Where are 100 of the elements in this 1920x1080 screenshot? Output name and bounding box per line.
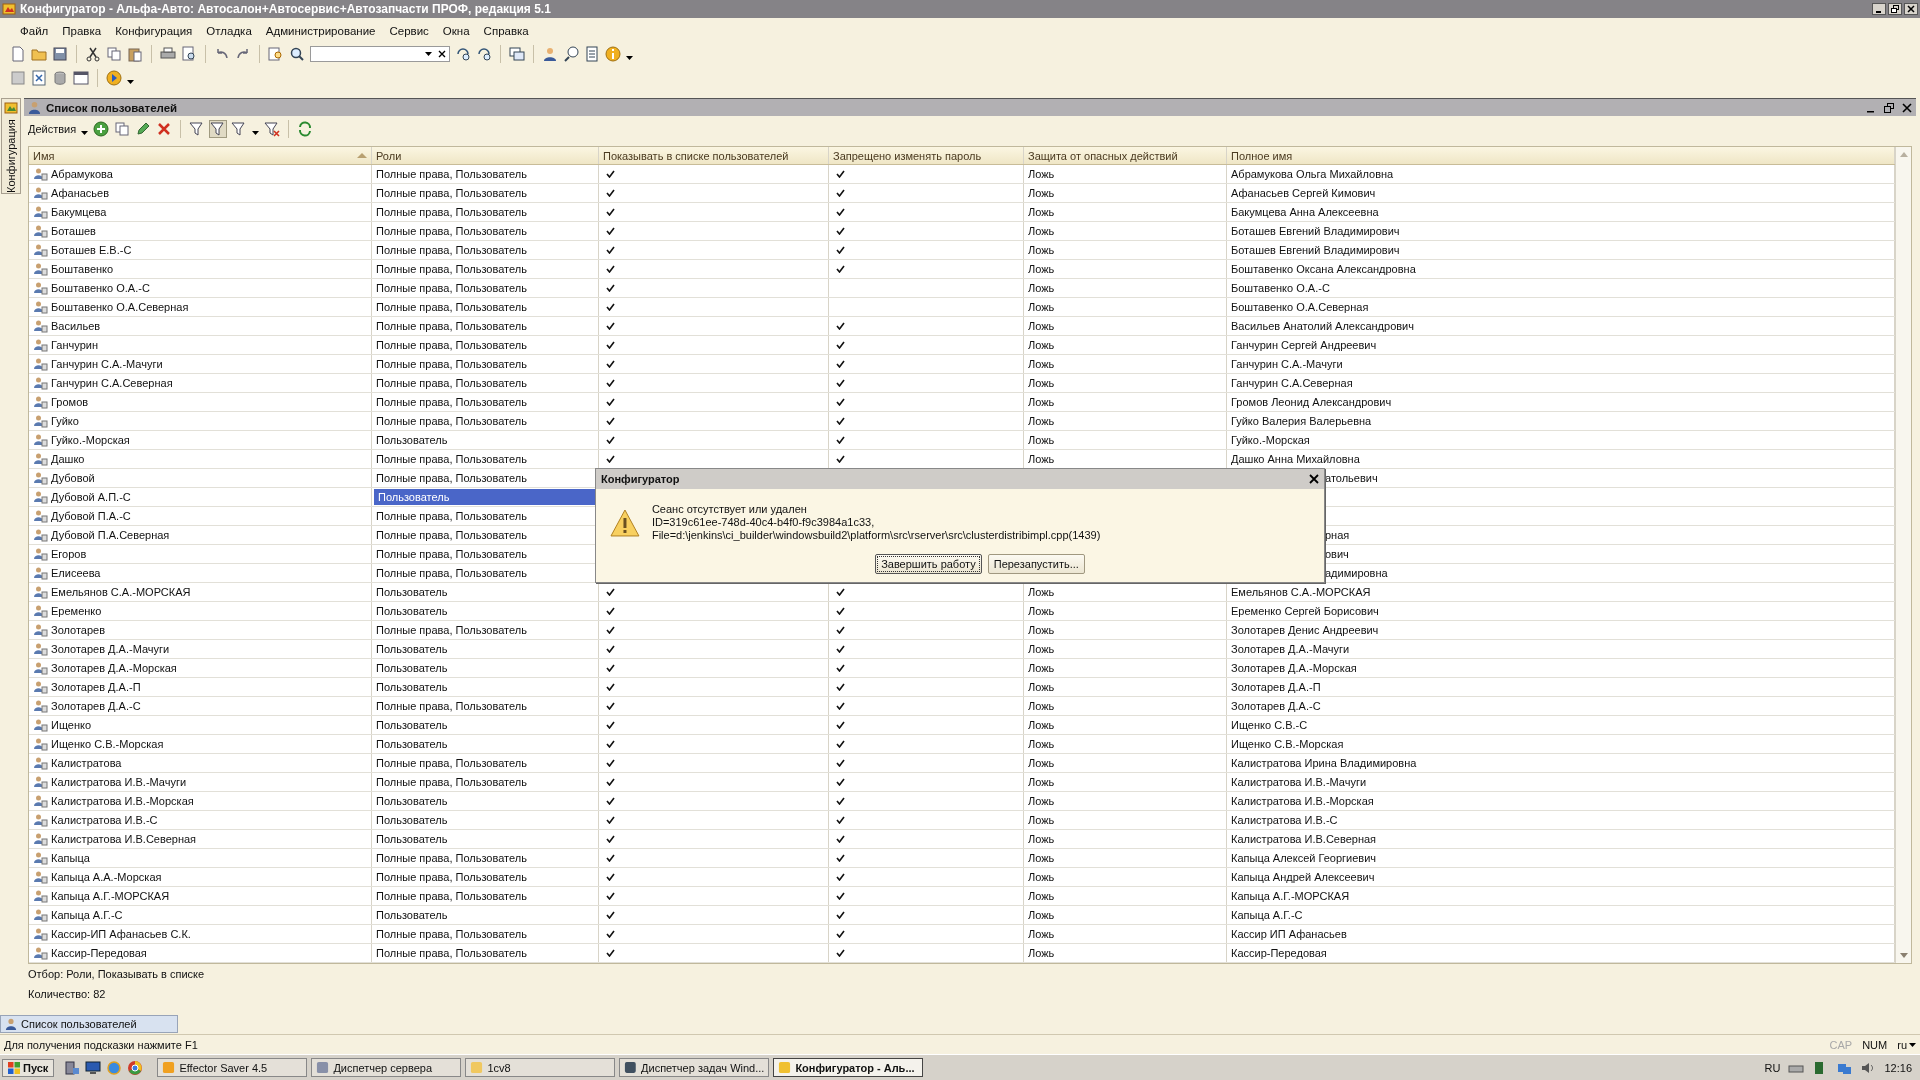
language-selector[interactable]: ru [1897,1038,1916,1051]
roles-cell[interactable]: Полные права, Пользователь [372,241,599,259]
column-header[interactable]: Запрещено изменять пароль [829,147,1024,164]
column-header[interactable]: Защита от опасных действий [1024,147,1227,164]
printer-icon[interactable] [160,46,176,62]
search-icon[interactable] [289,46,305,62]
caret-icon[interactable] [252,131,260,135]
close-icon[interactable] [1902,102,1912,113]
start-button[interactable]: Пуск [2,1058,55,1077]
taskbar-button[interactable]: Effector Saver 4.5 [157,1058,308,1077]
filter-icon[interactable] [231,121,248,137]
roles-cell[interactable]: Полные права, Пользователь [372,621,599,639]
window-tab[interactable]: Список пользователей [0,1015,178,1033]
roles-cell[interactable]: Пользователь [372,431,599,449]
roles-cell[interactable]: Полные права, Пользователь [372,298,599,316]
dialog-button[interactable]: Перезапустить... [987,554,1085,574]
roles-cell[interactable]: Полные права, Пользователь [372,887,599,905]
roles-cell[interactable]: Пользователь [372,735,599,753]
clear-filter-icon[interactable] [264,121,281,137]
caret-icon[interactable] [127,80,134,84]
roles-cell[interactable]: Полные права, Пользователь [372,393,599,411]
close-icon[interactable] [1309,474,1319,484]
scrollbar[interactable] [1895,147,1911,963]
search-field[interactable] [310,46,450,62]
add-icon[interactable] [93,121,110,137]
menu-item[interactable]: Отладка [200,23,260,39]
menu-item[interactable]: Окна [436,23,478,39]
scroll-down-icon[interactable] [1899,953,1908,958]
paste-icon[interactable] [127,46,143,62]
roles-cell[interactable]: Полные права, Пользователь [372,203,599,221]
server-icon[interactable] [64,1059,81,1076]
column-header[interactable]: Имя [29,147,372,164]
roles-cell[interactable]: Полные права, Пользователь [372,849,599,867]
save-icon[interactable] [52,46,68,62]
replace-icon[interactable] [455,46,471,62]
roles-cell[interactable]: Полные права, Пользователь [372,754,599,772]
roles-cell[interactable]: Полные права, Пользователь [372,279,599,297]
roles-cell[interactable]: Пользователь [372,830,599,848]
taskbar-button[interactable]: 1cv8 [465,1058,616,1077]
run-icon[interactable] [106,70,122,86]
roles-cell[interactable]: Пользователь [372,811,599,829]
menu-item[interactable]: Файл [14,23,57,39]
roles-cell[interactable]: Пользователь [372,792,599,810]
book-icon[interactable] [584,46,600,62]
roles-cell[interactable]: Полные права, Пользователь [372,222,599,240]
column-header[interactable]: Роли [372,147,599,164]
roles-cell[interactable]: Пользователь [372,602,599,620]
roles-cell[interactable]: Полные права, Пользователь [372,336,599,354]
replace-icon[interactable] [476,46,492,62]
language-indicator[interactable]: RU [1764,1061,1781,1074]
roles-cell[interactable]: Полные права, Пользователь [372,944,599,962]
roles-cell[interactable]: Пользователь [372,640,599,658]
menu-item[interactable]: Правка [56,23,110,39]
actions-menu[interactable]: Действия [28,123,77,135]
windows-icon[interactable] [509,46,525,62]
roles-cell[interactable]: Полные права, Пользователь [372,317,599,335]
clear-icon[interactable] [438,50,446,58]
roles-cell[interactable]: Полные права, Пользователь [372,925,599,943]
roles-cell[interactable]: Полные права, Пользователь [372,260,599,278]
copy-icon[interactable] [106,46,122,62]
menu-item[interactable]: Сервис [383,23,437,39]
refresh-icon[interactable] [297,121,314,137]
roles-cell[interactable]: Полные права, Пользователь [372,697,599,715]
restore-button[interactable] [1888,3,1902,15]
roles-cell[interactable]: Полные права, Пользователь [372,165,599,183]
database-icon[interactable] [52,70,68,86]
roles-cell[interactable]: Пользователь [372,659,599,677]
roles-cell[interactable]: Полные права, Пользователь [372,184,599,202]
minimize-button[interactable] [1872,3,1886,15]
side-tab[interactable]: Конфигурация [5,117,17,193]
new-document-icon[interactable] [10,46,26,62]
restore-icon[interactable] [1884,102,1894,113]
roles-cell[interactable]: Полные права, Пользователь [372,355,599,373]
close-button[interactable] [1904,3,1918,15]
column-header[interactable]: Показывать в списке пользователей [599,147,829,164]
config-icon[interactable] [31,70,47,86]
user-icon[interactable] [542,46,558,62]
roles-cell[interactable]: Полные права, Пользователь [372,374,599,392]
menu-item[interactable]: Администрирование [259,23,384,39]
menu-item[interactable]: Справка [477,23,537,39]
roles-cell[interactable]: Полные права, Пользователь [372,773,599,791]
roles-cell[interactable]: Полные права, Пользователь [372,868,599,886]
roles-cell[interactable]: Пользователь [374,489,597,505]
folder-icon[interactable] [31,46,47,62]
edit-icon[interactable] [135,121,152,137]
find-icon[interactable] [268,46,284,62]
filter-icon[interactable] [189,121,206,137]
taskbar-button[interactable]: Диспетчер задач Wind... [619,1058,770,1077]
caret-icon[interactable] [81,131,89,135]
roles-cell[interactable]: Пользователь [372,716,599,734]
print-preview-icon[interactable] [181,46,197,62]
roles-cell[interactable]: Полные права, Пользователь [372,412,599,430]
form-icon[interactable] [73,70,89,86]
taskbar-button[interactable]: Диспетчер сервера [311,1058,462,1077]
info-icon[interactable] [605,46,621,62]
delete-icon[interactable] [156,121,173,137]
copy-icon[interactable] [114,121,131,137]
dialog-button[interactable]: Завершить работу [875,554,982,574]
monitor-icon[interactable] [85,1059,102,1076]
browser-icon[interactable] [127,1059,144,1076]
